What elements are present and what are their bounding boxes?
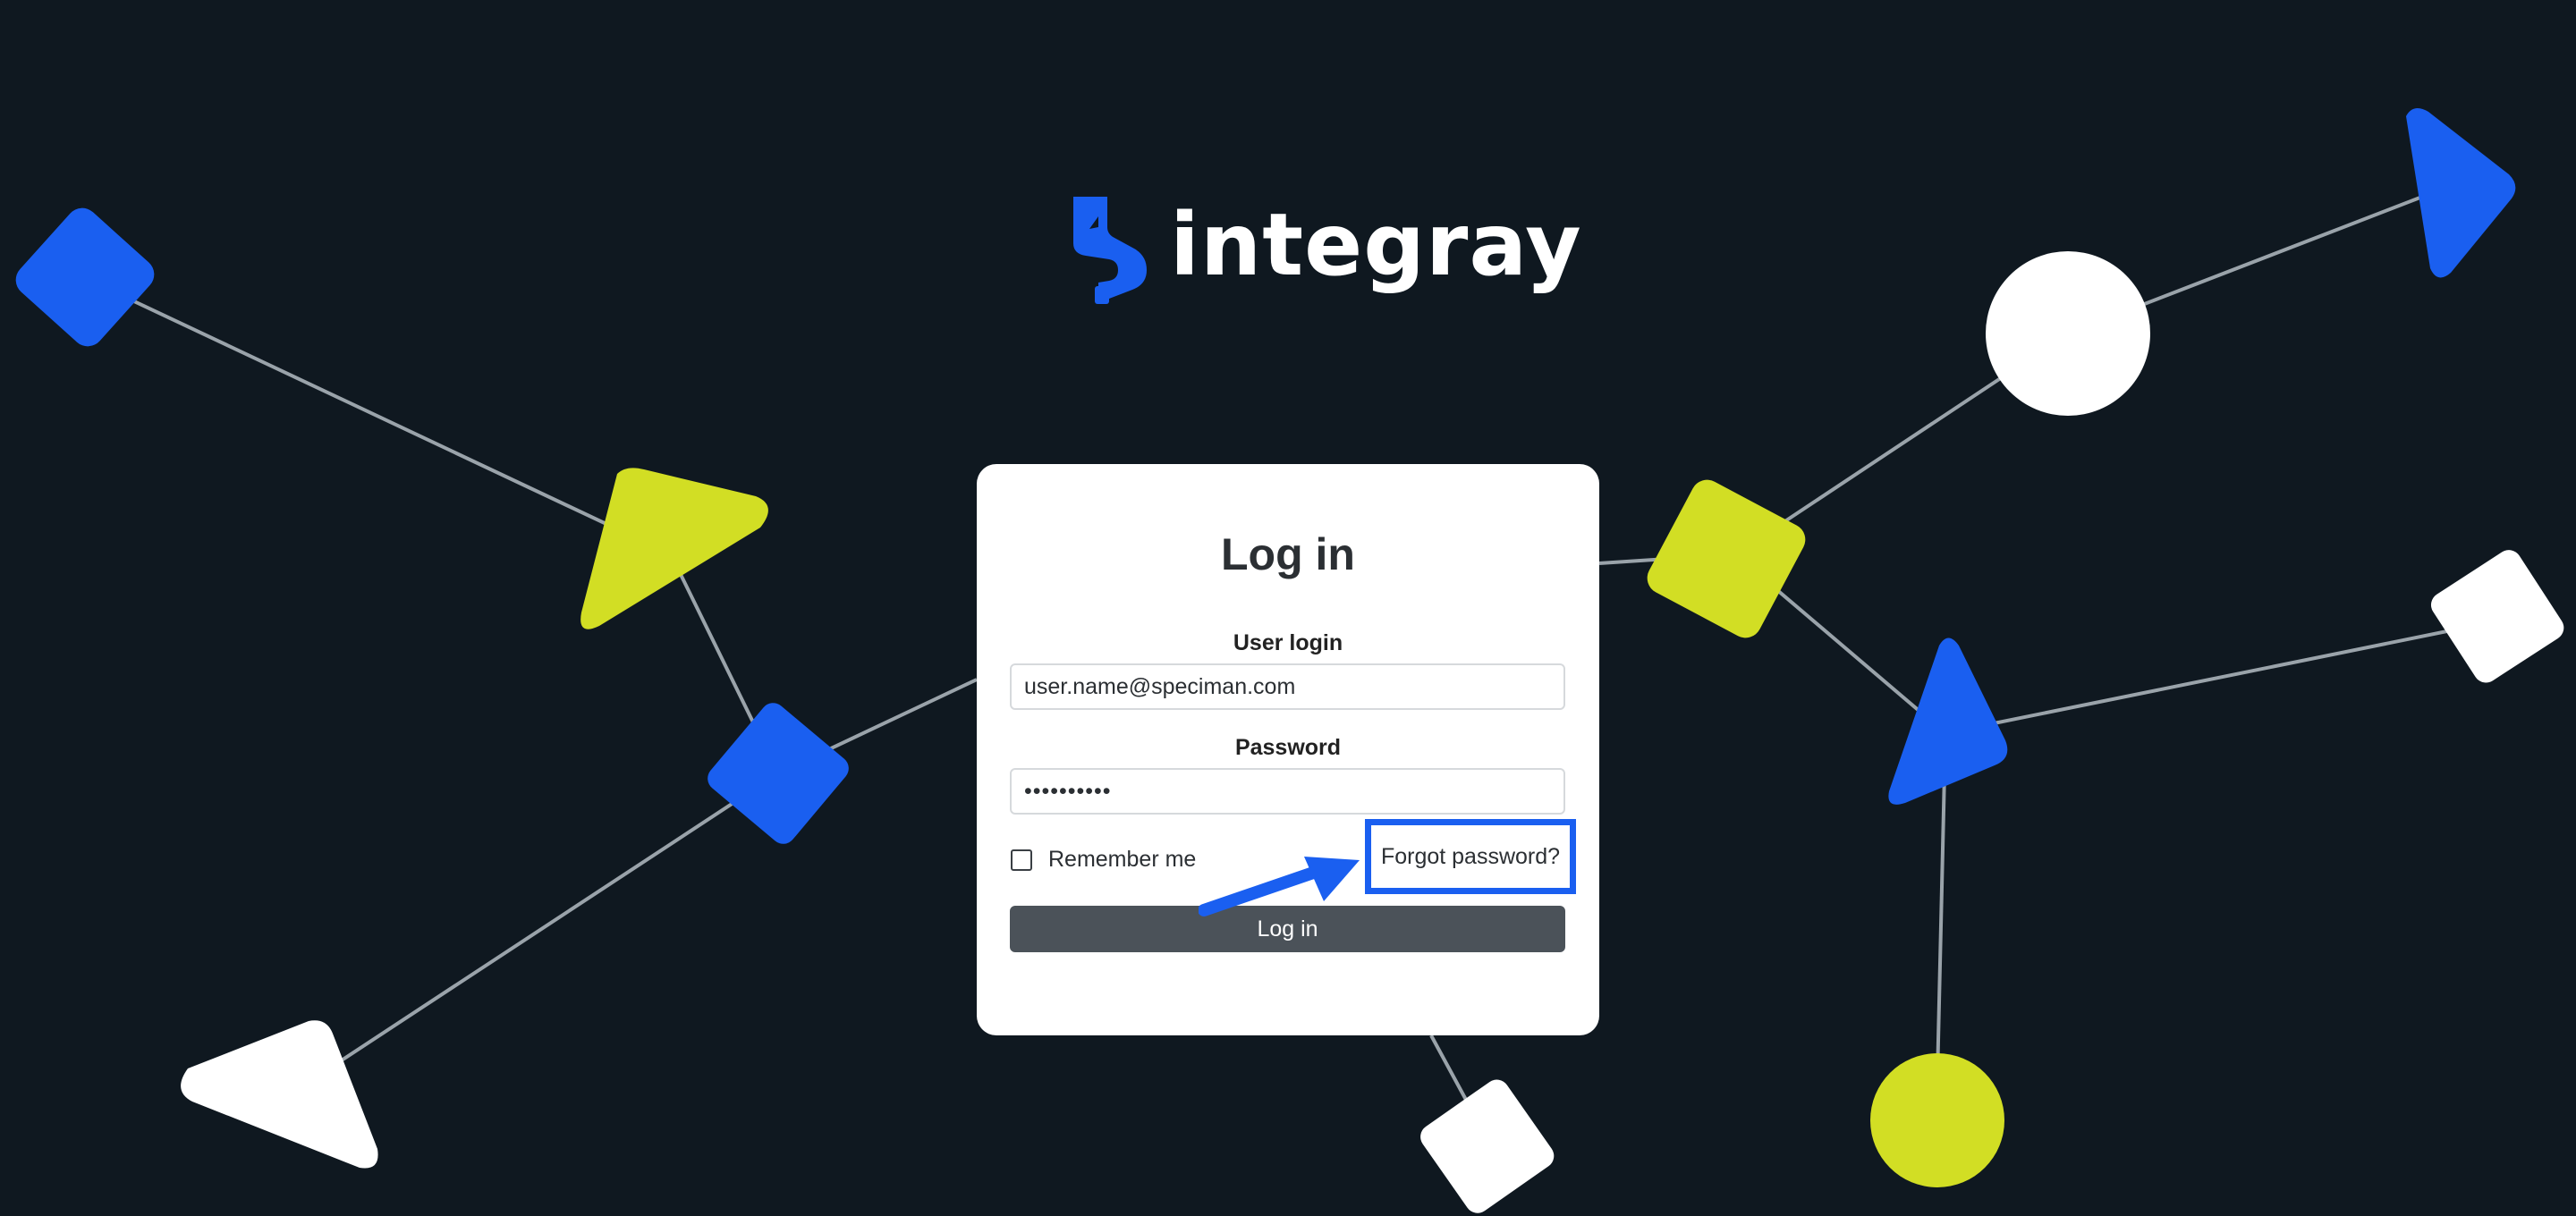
lime-circle-shape xyxy=(1870,1053,2004,1187)
blue-triangle-shape xyxy=(1888,638,2008,805)
remember-me-label: Remember me xyxy=(1048,847,1197,872)
forgot-password-highlight: Forgot password? xyxy=(1365,819,1576,894)
blue-square-shape xyxy=(708,703,849,844)
blue-triangle-shape xyxy=(2406,108,2516,278)
password-label: Password xyxy=(1234,735,1342,760)
remember-me-checkbox[interactable] xyxy=(1011,849,1032,871)
user-login-label: User login xyxy=(1233,630,1343,655)
brand-name: integray xyxy=(1170,195,1582,295)
white-triangle-shape xyxy=(181,1020,378,1169)
white-square-shape xyxy=(1420,1079,1555,1213)
lime-square-shape xyxy=(1647,479,1806,638)
brand-logo: integray xyxy=(1072,197,1582,304)
password-field[interactable] xyxy=(1010,768,1565,815)
annotation-arrow-icon xyxy=(1199,857,1360,916)
integray-logo-icon xyxy=(1073,197,1147,304)
login-page: integray Log in User login Password Reme… xyxy=(0,0,2576,1216)
white-square-shape xyxy=(2430,550,2564,683)
forgot-password-link[interactable]: Forgot password? xyxy=(1381,844,1560,870)
remember-me-control[interactable]: Remember me xyxy=(1011,847,1196,873)
login-card: Log in User login Password Remember me F… xyxy=(977,464,1599,1035)
page-title: Log in xyxy=(1221,529,1355,579)
user-login-field[interactable] xyxy=(1010,663,1565,710)
blue-square-shape xyxy=(15,207,155,347)
lime-triangle-shape xyxy=(580,468,768,629)
white-circle-shape xyxy=(1986,251,2150,416)
